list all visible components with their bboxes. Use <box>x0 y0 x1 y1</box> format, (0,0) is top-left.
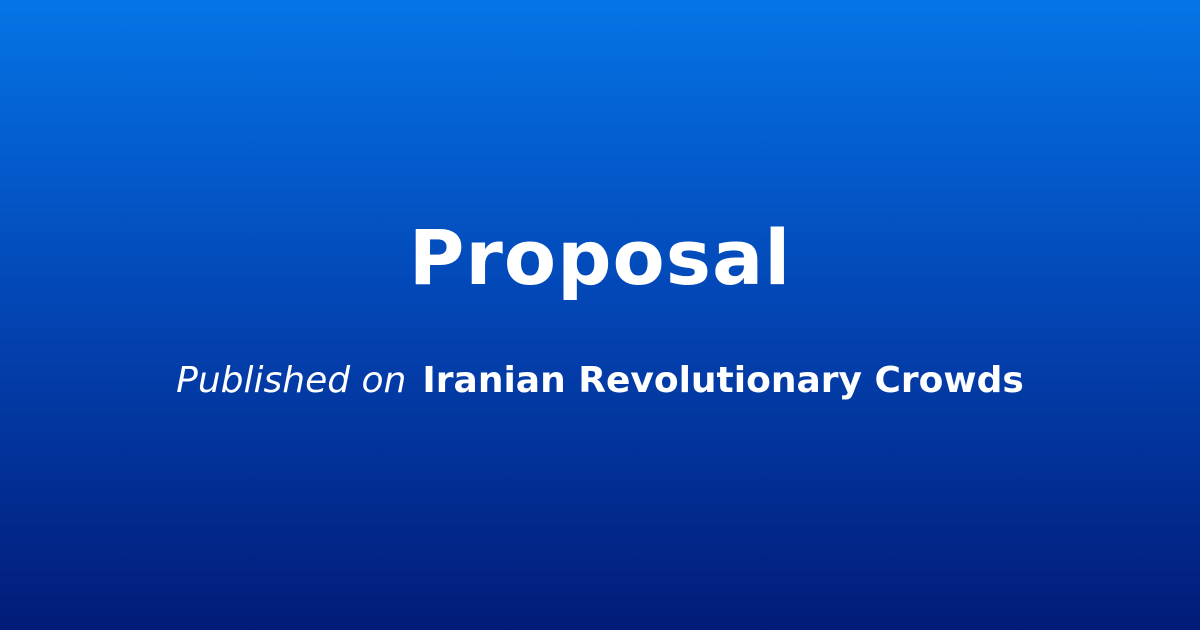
published-on-label: Published on <box>176 360 407 401</box>
published-on-line: Published on Iranian Revolutionary Crowds <box>0 356 1200 406</box>
site-name: Iranian Revolutionary Crowds <box>422 360 1024 401</box>
page-title: Proposal <box>408 213 792 302</box>
